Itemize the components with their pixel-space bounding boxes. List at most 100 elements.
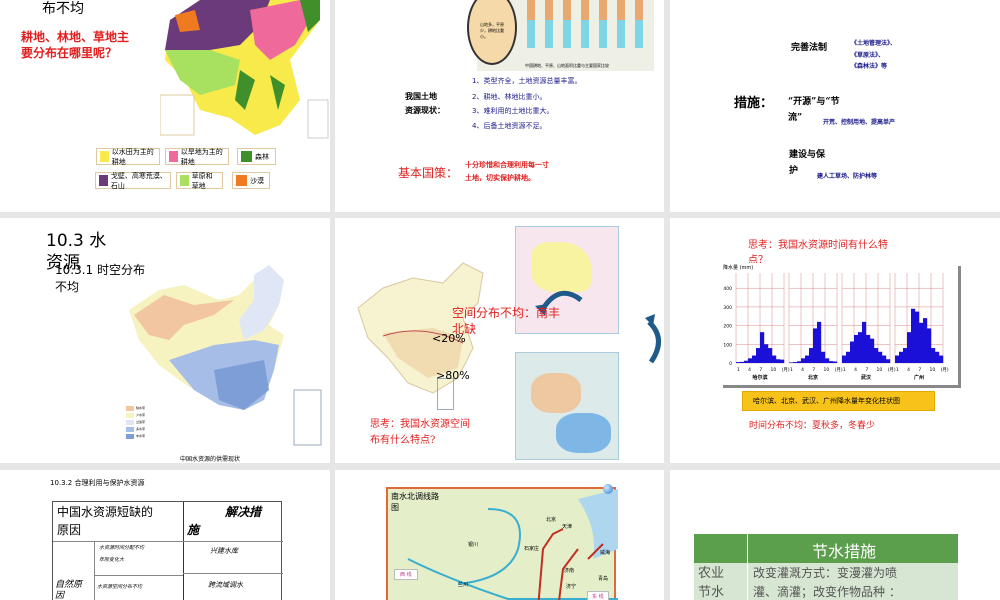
slide-thumbnail-7[interactable]: 10.3.2 合理利用与保护水资源 中国水资源短缺的 原因 解决措 施 自然原 … [0,470,330,600]
law-item: 《土地管理法》、 [851,40,897,47]
land-comparison-chart: 山地多，平原少，耕地比重小。 中国耕地、平原、山地面积比重与主要国家比较 [467,0,654,71]
precip-bar [805,355,810,363]
x-tick-label: (月) [888,367,896,373]
precip-bar [895,355,900,363]
precip-bar [931,348,936,363]
city-label: 武汉 [861,374,872,381]
y-tick-label: 300 [723,305,732,311]
slide-thumbnail-8[interactable]: 南水北调线路 图 北京 天津 石家庄 银川 兰州 济南 济宁 青岛 威海 西 线… [335,470,664,600]
policy-label: 基本国策： [398,166,459,180]
precip-bar [866,334,871,363]
precip-bar [744,360,749,363]
x-tick-label: 1 [737,367,740,373]
precip-bar [776,359,781,363]
precip-bar [911,308,916,363]
legend-item: 以旱地为主的耕地 [165,148,229,166]
status-item: 3、难利用的土地比重大。 [472,107,554,115]
question-text: 耕地、林地、草地主 要分布在哪里呢？ [21,30,130,60]
city-label: 哈尔滨 [752,374,767,381]
precip-bar [801,358,806,363]
precip-bar [829,361,834,363]
west-line-label: 西 线 [394,569,418,580]
legend-item: 以水田为主的耕地 [96,148,160,166]
legend-item: 过渡带 [136,420,146,424]
y-tick-label: 100 [723,342,732,348]
precip-bar [907,332,912,363]
answer-text: 时间分布不均：夏秋多，冬春少 [749,421,876,431]
chart-caption: 哈尔滨、北京、武汉、广州降水量年变化柱状图 [753,397,900,405]
precip-bar [846,351,851,363]
x-tick-label: 10 [823,367,829,373]
status-label: 我国土地 资源现状： [405,91,445,115]
slide-thumbnail-1[interactable]: 布不均 耕地、林地、草地主 要分布在哪里呢？ 以水田为主的耕地 以旱地为主的耕地… [0,0,330,212]
precip-bar [793,362,798,363]
slide-thumbnail-2[interactable]: 山地多，平原少，耕地比重小。 中国耕地、平原、山地面积比重与主要国家比较 我国土… [335,0,664,212]
precip-bar [797,361,802,363]
precip-bar [813,328,818,363]
precip-bar [772,355,777,363]
row-text: 改变灌溉方式：变漫灌为喷 灌、滴灌；改变作物品种 ： [753,566,901,599]
diversion-map: 南水北调线路 图 北京 天津 石家庄 银川 兰州 济南 济宁 青岛 威海 西 线… [386,487,618,600]
city-label: 银川 [468,542,479,548]
precip-bar [780,359,785,363]
precip-bar [899,351,904,363]
table-cell: 水资源时间分配不均 年际变化大 [99,545,145,563]
precip-bar [854,334,859,363]
slide-thumbnail-6[interactable]: 思考：我国水资源时间有什么特 点？ 0 100 200 300 400 1 4 7 10 (月) 哈… [670,218,1000,463]
law-item: 《草原法》、 [851,52,885,59]
city-label: 天津 [562,524,573,530]
status-item: 4、后备土地资源不足。 [472,122,547,130]
x-tick-label: (月) [941,367,949,373]
x-tick-label: 1 [843,367,846,373]
x-tick-label: 4 [801,367,804,373]
build-text: 建人工草场、防护林等 [817,173,878,180]
precip-bar [878,351,883,363]
city-label: 广州 [914,374,924,381]
precip-bar [935,351,940,363]
china-river-map [357,262,484,394]
map-caption: 中国水资源的供需现状 [180,456,241,463]
question-text: 思考：我国水资源空间 布有什么特点? [370,419,470,446]
water-resource-map [124,265,322,446]
chart-caption: 中国耕地、平原、山地面积比重与主要国家比较 [525,63,609,68]
policy-text: 十分珍惜和合理利用每一寸 土地，切实保护耕地。 [465,160,549,182]
globe-icon [603,484,613,494]
precip-bar [756,348,761,363]
slide-thumbnail-3[interactable]: 完善法制 《土地管理法》、 《草原法》、 《森林法》等 措施： “开源”与“节 … [670,0,1000,212]
precip-bar [764,344,769,363]
slide-thumbnail-9[interactable]: 节水措施 农业 节水 改变灌溉方式：变漫灌为喷 灌、滴灌；改变作物品种 ： [670,470,1000,600]
slide-thumbnail-4[interactable]: 10.3 水 资源 10.3.1 时空分布 不均 缺水带 少水带 过渡带 多水带… [0,218,330,463]
precip-bar [858,332,863,363]
x-tick-label: 10 [929,367,935,373]
city-label: 威海 [600,550,611,556]
precip-bar [915,311,920,363]
precip-bar [939,355,944,363]
city-label: 青岛 [598,576,609,582]
map-title: 南水北调线路 图 [391,492,439,512]
x-tick-label: 1 [790,367,793,373]
precip-bar [817,321,822,363]
precip-bar [752,355,757,363]
city-label: 兰州 [458,582,469,588]
water-saving-table: 节水措施 农业 节水 改变灌溉方式：变漫灌为喷 灌、滴灌；改变作物品种 ： [694,534,958,600]
precip-bar [821,351,826,363]
spatial-text: 空间分布不均：南丰 北缺 [452,306,561,336]
heading-tail: 布不均 [42,1,84,17]
status-item: 2、耕地、林地比重小。 [472,93,547,101]
table-header: 中国水资源短缺的 原因 [57,505,154,537]
law-label: 完善法制 [791,43,828,53]
precip-bar [833,361,838,363]
precip-bar [919,322,924,363]
city-label: 北京 [808,374,818,381]
y-tick-label: 200 [723,324,732,330]
precip-bar [923,318,928,363]
precip-bar [886,359,891,363]
status-item: 1、类型齐全，土地资源总量丰富。 [472,77,582,85]
precip-bar [768,348,773,363]
chart-ylabel: 降水量 (mm) [723,265,754,271]
table-header: 解决措 施 [187,505,262,537]
precip-bar [736,362,741,363]
precip-bar [927,328,932,363]
slide-thumbnail-5[interactable]: 空间分布不均：南丰 北缺 <20% >80% 思考：我国水资源空间 布有什么特点… [335,218,664,463]
percent-label: <20% [432,332,466,345]
